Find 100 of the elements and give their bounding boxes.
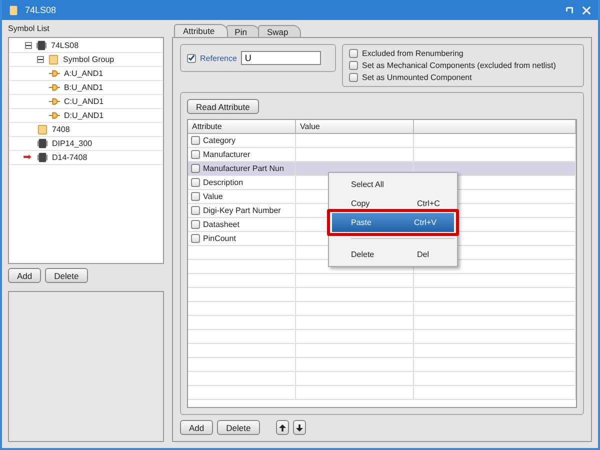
table-cell[interactable]: Datasheet [188,218,296,232]
tree-item[interactable]: 7408 [52,125,70,134]
table-cell[interactable] [188,316,296,330]
table-cell[interactable] [188,358,296,372]
table-cell[interactable] [296,134,414,148]
table-cell[interactable] [188,372,296,386]
table-cell[interactable] [296,372,414,386]
checkbox[interactable] [349,73,358,82]
move-down-button[interactable] [292,420,306,435]
table-cell[interactable] [414,302,576,316]
read-attribute-button[interactable]: Read Attribute [187,99,259,114]
checkbox[interactable] [191,150,200,159]
table-cell[interactable] [296,344,414,358]
checkbox[interactable] [349,49,358,58]
table-cell[interactable]: Digi-Key Part Number [188,204,296,218]
folder-icon [48,54,59,65]
collapse-toggle[interactable] [37,56,44,63]
checkbox[interactable] [191,136,200,145]
tree-item[interactable]: A:U_AND1 [64,69,104,78]
menu-item[interactable]: Copy Ctrl+C [329,194,457,213]
option-label: Set as Mechanical Components (excluded from netlist) [362,61,556,70]
tree-item[interactable]: B:U_AND1 [64,83,104,92]
column-header[interactable] [414,120,576,134]
gate-icon [49,96,60,107]
tab[interactable]: Attribute [174,24,228,37]
checkbox[interactable] [349,61,358,70]
table-cell[interactable] [296,386,414,400]
table-cell[interactable]: Category [188,134,296,148]
tab[interactable]: Pin [226,25,260,37]
tree-item[interactable]: D:U_AND1 [64,111,104,120]
table-cell[interactable]: PinCount [188,232,296,246]
gate-icon [49,82,60,93]
column-header[interactable]: Attribute [188,120,296,134]
table-cell[interactable] [188,302,296,316]
pointer-arrow-icon: ➡ [23,152,33,162]
list-button[interactable]: Delete [45,268,88,283]
table-cell[interactable] [188,344,296,358]
table-cell[interactable] [188,274,296,288]
table-cell[interactable]: Manufacturer Part Nun [188,162,296,176]
tab[interactable]: Swap [258,25,302,37]
table-cell[interactable] [296,330,414,344]
table-cell[interactable] [414,386,576,400]
table-cell[interactable] [188,288,296,302]
reference-label: Reference [200,54,237,62]
chip-icon [37,152,48,163]
table-cell[interactable] [414,358,576,372]
gate-icon [49,110,60,121]
table-cell[interactable] [414,316,576,330]
table-cell[interactable] [296,358,414,372]
option-label: Excluded from Renumbering [362,49,464,58]
checkbox[interactable] [191,164,200,173]
table-cell[interactable] [414,134,576,148]
chip-icon [37,138,48,149]
folder-icon [37,124,48,135]
tree-item[interactable]: C:U_AND1 [64,97,104,106]
table-cell[interactable] [296,302,414,316]
table-cell[interactable] [296,274,414,288]
table-cell[interactable] [188,386,296,400]
table-cell[interactable]: Value [188,190,296,204]
checkbox[interactable] [191,220,200,229]
table-cell[interactable] [296,288,414,302]
list-button[interactable]: Add [8,268,42,283]
checkbox[interactable] [187,54,196,62]
app-icon [8,4,19,16]
menu-item[interactable]: Select All [329,175,457,194]
table-cell[interactable] [414,344,576,358]
table-cell[interactable] [414,372,576,386]
column-header[interactable]: Value [296,120,414,134]
chip-icon [36,40,47,51]
reference-field[interactable]: U [240,51,321,65]
checkbox[interactable] [191,234,200,243]
tree-item[interactable]: D14-7408 [52,153,88,162]
tree-item[interactable]: 74LS08 [51,41,79,50]
checkbox[interactable] [191,178,200,187]
table-cell[interactable] [414,162,576,176]
tree-item[interactable]: DIP14_300 [52,139,92,148]
table-cell[interactable] [414,274,576,288]
restore-icon[interactable] [564,4,575,16]
option-label: Set as Unmounted Component [362,73,472,82]
table-cell[interactable] [188,330,296,344]
table-cell[interactable] [414,330,576,344]
checkbox[interactable] [191,192,200,201]
close-icon[interactable] [581,4,592,16]
table-cell[interactable] [188,260,296,274]
down-arrow-icon [296,424,303,432]
table-cell[interactable] [414,288,576,302]
table-cell[interactable] [188,246,296,260]
gate-icon [49,68,60,79]
window-title: 74LS08 [25,5,56,15]
table-cell[interactable] [296,316,414,330]
checkbox[interactable] [191,206,200,215]
move-up-button[interactable] [276,420,289,435]
tree-item[interactable]: Symbol Group [63,55,114,64]
menu-item[interactable]: Delete Del [329,245,457,264]
panel-label: Symbol List [8,24,50,33]
table-cell[interactable]: Description [188,176,296,190]
collapse-toggle[interactable] [25,42,32,49]
attribute-button[interactable]: Add [180,420,214,435]
attribute-button[interactable]: Delete [217,420,260,435]
up-arrow-icon [278,424,286,432]
